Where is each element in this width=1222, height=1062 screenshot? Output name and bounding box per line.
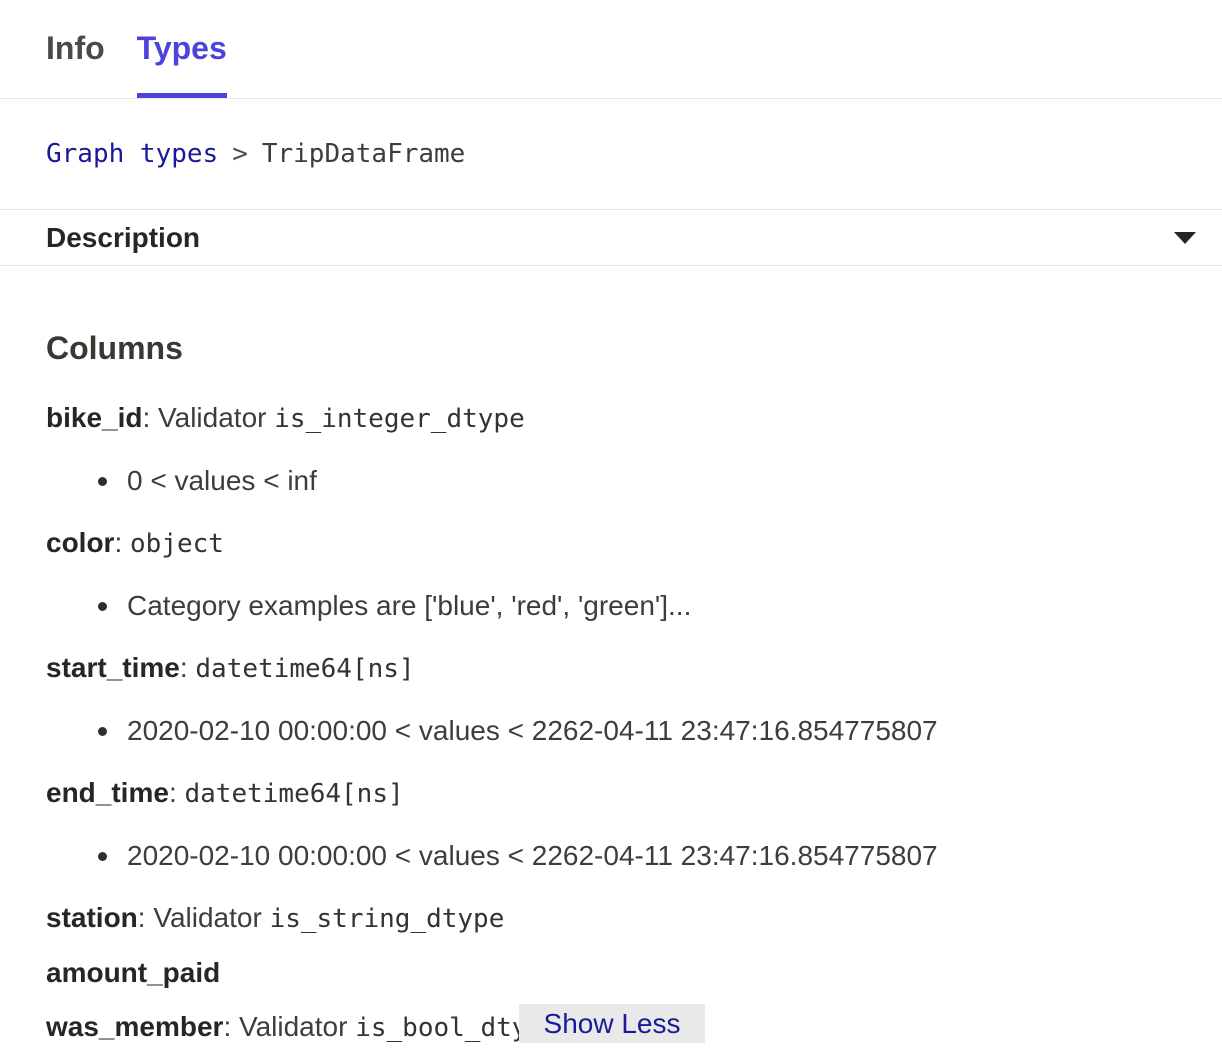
column-type: datetime64[ns] bbox=[185, 779, 404, 809]
column-constraint: Category examples are ['blue', 'red', 'g… bbox=[46, 589, 1176, 623]
column-type: object bbox=[130, 529, 224, 559]
column-constraint: 2020-02-10 00:00:00 < values < 2262-04-1… bbox=[46, 839, 1176, 873]
column-entry-station: station: Validator is_string_dtype bbox=[46, 901, 1176, 936]
column-name: color bbox=[46, 527, 114, 558]
tab-bar: Info Types bbox=[0, 0, 1222, 99]
column-separator: : bbox=[180, 652, 196, 683]
column-entry-bike-id: bike_id: Validator is_integer_dtype bbox=[46, 401, 1176, 436]
constraint-text: 2020-02-10 00:00:00 < values < 2262-04-1… bbox=[127, 840, 938, 871]
column-type: is_integer_dtype bbox=[274, 404, 524, 434]
breadcrumb: Graph types > TripDataFrame bbox=[0, 99, 1222, 210]
chevron-down-icon[interactable] bbox=[1174, 232, 1196, 244]
breadcrumb-separator: > bbox=[218, 139, 262, 169]
column-constraint: 2020-02-10 00:00:00 < values < 2262-04-1… bbox=[46, 714, 1176, 748]
column-separator: : bbox=[169, 777, 185, 808]
bullet-icon bbox=[98, 477, 107, 486]
show-less-button[interactable]: Show Less bbox=[519, 1004, 705, 1043]
constraint-text: 2020-02-10 00:00:00 < values < 2262-04-1… bbox=[127, 715, 938, 746]
column-name: station bbox=[46, 902, 138, 933]
column-constraint: 0 < values < inf bbox=[46, 464, 1176, 498]
column-separator: : Validator bbox=[138, 902, 270, 933]
column-type: is_string_dtype bbox=[270, 904, 505, 934]
column-separator: : Validator bbox=[142, 402, 274, 433]
column-name: end_time bbox=[46, 777, 169, 808]
column-name: was_member bbox=[46, 1011, 223, 1042]
bullet-icon bbox=[98, 602, 107, 611]
column-entry-end-time: end_time: datetime64[ns] bbox=[46, 776, 1176, 811]
bullet-icon bbox=[98, 727, 107, 736]
breadcrumb-current-type: TripDataFrame bbox=[262, 139, 466, 169]
columns-section: Columns bike_id: Validator is_integer_dt… bbox=[0, 329, 1222, 1045]
description-title: Description bbox=[46, 222, 200, 254]
column-entry-amount-paid: amount_paid bbox=[46, 956, 1176, 990]
column-name: bike_id bbox=[46, 402, 142, 433]
breadcrumb-link-graph-types[interactable]: Graph types bbox=[46, 139, 218, 169]
description-section-header[interactable]: Description bbox=[0, 210, 1222, 266]
column-type: datetime64[ns] bbox=[195, 654, 414, 684]
column-name: amount_paid bbox=[46, 957, 220, 988]
bullet-icon bbox=[98, 852, 107, 861]
tab-info[interactable]: Info bbox=[46, 0, 105, 98]
column-separator: : bbox=[114, 527, 130, 558]
column-entry-start-time: start_time: datetime64[ns] bbox=[46, 651, 1176, 686]
column-name: start_time bbox=[46, 652, 180, 683]
tab-types[interactable]: Types bbox=[137, 0, 227, 98]
types-panel: Info Types Graph types > TripDataFrame D… bbox=[0, 0, 1222, 1062]
column-separator: : Validator bbox=[223, 1011, 355, 1042]
column-entry-color: color: object bbox=[46, 526, 1176, 561]
columns-heading: Columns bbox=[46, 329, 1176, 367]
constraint-text: Category examples are ['blue', 'red', 'g… bbox=[127, 590, 691, 621]
constraint-text: 0 < values < inf bbox=[127, 465, 317, 496]
